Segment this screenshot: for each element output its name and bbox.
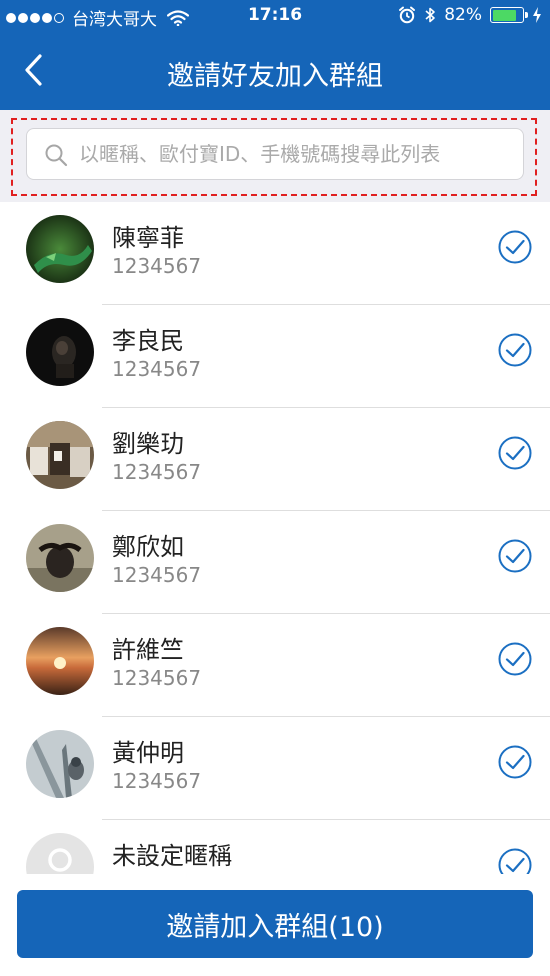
search-bar[interactable] <box>26 128 524 180</box>
contact-id: 1234567 <box>112 563 202 587</box>
contact-row[interactable]: 鄭欣如 1234567 <box>0 511 550 614</box>
contact-id: 1234567 <box>112 460 202 484</box>
selected-check-icon[interactable] <box>498 848 532 874</box>
selected-check-icon[interactable] <box>498 642 532 676</box>
contact-row[interactable]: 陳寧菲 1234567 <box>0 202 550 305</box>
contact-name: 鄭欣如 <box>112 533 184 561</box>
avatar <box>26 318 94 386</box>
contact-name: 陳寧菲 <box>112 224 184 252</box>
search-section <box>0 110 550 202</box>
invite-to-group-button[interactable]: 邀請加入群組(10) <box>17 890 533 958</box>
bottom-action-bar: 邀請加入群組(10) <box>0 874 550 976</box>
contact-name: 李良民 <box>112 327 184 355</box>
avatar <box>26 627 94 695</box>
avatar <box>26 421 94 489</box>
navigation-bar: 邀請好友加入群組 <box>0 32 550 110</box>
default-avatar-icon <box>26 833 94 874</box>
contact-name: 未設定暱稱 <box>112 842 232 870</box>
battery-level-fill <box>492 9 517 21</box>
contact-id: 1234567 <box>112 254 202 278</box>
selected-check-icon[interactable] <box>498 230 532 264</box>
status-right: 82% <box>398 5 542 25</box>
contact-row[interactable]: 李良民 1234567 <box>0 305 550 408</box>
alarm-clock-icon <box>399 6 416 24</box>
status-bar: 台湾大哥大 17:16 82% <box>0 0 550 32</box>
contact-row[interactable]: 許維竺 1234567 <box>0 614 550 717</box>
avatar <box>26 524 94 592</box>
contact-row[interactable]: 黃仲明 1234567 <box>0 717 550 820</box>
avatar <box>26 215 94 283</box>
contact-id: 1234567 <box>112 357 202 381</box>
contact-row[interactable]: 未設定暱稱 <box>0 820 550 874</box>
selected-check-icon[interactable] <box>498 745 532 779</box>
battery-percent: 82% <box>444 5 482 25</box>
bluetooth-icon <box>425 7 436 23</box>
search-icon <box>45 144 68 167</box>
contact-list: 陳寧菲 1234567 李良民 1234567 劉樂玏 1234567 鄭欣如 1234567… <box>0 202 550 874</box>
contact-id: 1234567 <box>112 769 202 793</box>
selected-check-icon[interactable] <box>498 333 532 367</box>
contact-name: 許維竺 <box>112 636 184 664</box>
contact-name: 黃仲明 <box>112 739 184 767</box>
avatar <box>26 730 94 798</box>
selected-check-icon[interactable] <box>498 539 532 573</box>
app-header: 台湾大哥大 17:16 82% 邀請好友加入群組 <box>0 0 550 110</box>
charging-bolt-icon <box>533 7 541 23</box>
selected-check-icon[interactable] <box>498 436 532 470</box>
contact-name: 劉樂玏 <box>112 430 184 458</box>
contact-row[interactable]: 劉樂玏 1234567 <box>0 408 550 511</box>
search-input[interactable] <box>79 129 515 179</box>
contact-id: 1234567 <box>112 666 202 690</box>
page-title: 邀請好友加入群組 <box>167 61 383 92</box>
battery-icon <box>490 7 528 23</box>
